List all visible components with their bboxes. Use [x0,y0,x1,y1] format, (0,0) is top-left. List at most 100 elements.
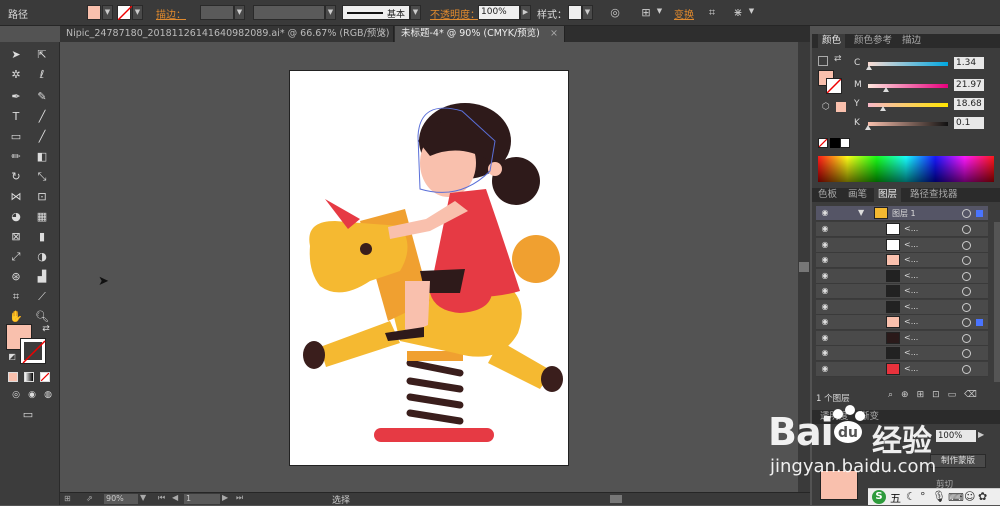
screen-mode-icon[interactable]: ▭ [16,406,40,424]
tab-untitled-4[interactable]: 未标题-4* @ 90% (CMYK/预览) × [395,26,565,42]
brush-style-dropdown-icon[interactable]: ▼ [410,5,421,20]
skin-icon[interactable]: ✿ [978,490,987,503]
moon-icon[interactable]: ☾ [906,490,916,503]
stroke-weight-dropdown-icon[interactable]: ▼ [234,5,245,20]
punctuation-icon[interactable]: ° [920,490,926,503]
line-tool-icon[interactable]: ╱ [32,108,52,126]
blend-tool-icon[interactable]: ◑ [32,248,52,266]
color-mode-icon[interactable] [8,372,18,382]
paintbrush-tool-icon[interactable]: ╱ [32,128,52,146]
yellow-knob[interactable] [879,106,886,111]
cyan-input[interactable]: 1.34 [954,57,984,69]
opacity-label[interactable]: 不透明度： [430,6,480,21]
tab-layers[interactable]: 图层 [874,188,902,202]
eye-icon[interactable]: ◉ [818,224,832,235]
swap-colors-icon[interactable]: ⇄ [36,320,56,338]
lasso-tool-icon[interactable]: ℓ [32,66,52,84]
rotate-tool-icon[interactable]: ↻ [6,168,26,186]
tab-color-guide[interactable]: 颜色参考 [850,34,896,48]
magenta-slider[interactable] [868,84,948,88]
curvature-tool-icon[interactable]: ✎ [32,88,52,106]
share-icon[interactable]: ⇗ [86,494,93,503]
tab-pathfinder[interactable]: 路径查找器 [906,188,962,202]
stroke-color-swatch[interactable] [20,338,46,364]
ime-mode-label[interactable]: 五 [890,490,901,506]
tab-color[interactable]: 颜色 [818,34,846,48]
artboard-nav-icon[interactable]: ⊞ [64,494,78,504]
sublayer-target-icon[interactable] [962,271,971,281]
disclosure-triangle-icon[interactable]: ▼ [858,208,864,217]
voice-icon[interactable]: 🎙︎ [932,490,946,503]
sublayer-row[interactable]: ◉ <... [816,284,988,299]
selection-tool-icon[interactable]: ➤ [6,46,26,64]
eye-icon[interactable]: ◉ [818,271,832,282]
sublayer-row[interactable]: ◉ <... [816,222,988,237]
sublayer-row[interactable]: ◉ <... [816,330,988,346]
close-icon[interactable]: × [379,26,387,42]
eyedropper-tool-icon[interactable]: ⤢ [6,248,26,266]
close-icon[interactable]: × [550,26,558,42]
sublayer-target-icon[interactable] [962,225,971,234]
tab-nipic[interactable]: Nipic_24787180_20181126141640982089.ai* … [60,26,394,42]
white-color-swatch[interactable] [840,138,850,148]
magenta-input[interactable]: 21.97 [954,79,984,91]
draw-inside-icon[interactable]: ◍ [38,386,58,404]
black-slider[interactable] [868,122,948,126]
mesh-tool-icon[interactable]: ⊠ [6,228,26,246]
perspective-grid-tool-icon[interactable]: ▦ [32,208,52,226]
transparency-opacity-input[interactable]: 100% [936,430,976,442]
sogou-ime-icon[interactable]: S [872,490,886,504]
gradient-tool-icon[interactable]: ▮ [32,228,52,246]
tab-brushes[interactable]: 画笔 [844,188,871,202]
scroll-thumb[interactable] [799,262,809,272]
layers-scrollbar[interactable] [994,222,1000,382]
column-graph-tool-icon[interactable]: ▟ [32,268,52,286]
sublayer-target-icon[interactable] [962,364,971,374]
sublayer-row[interactable]: ◉ <... [816,253,988,268]
sublayer-row[interactable]: ◉ <... [816,237,988,253]
brush-style-select[interactable]: 基本 [342,5,410,20]
symbol-sprayer-tool-icon[interactable]: ⊛ [6,268,26,286]
tab-swatches[interactable]: 色板 [814,188,841,202]
zoom-dropdown-icon[interactable]: ▼ [140,493,146,502]
user-icon[interactable]: ☺ [964,490,975,503]
slice-tool-icon[interactable]: ⟋ [32,288,52,306]
pencil-tool-icon[interactable]: ✏ [6,148,26,166]
scale-tool-icon[interactable]: ⤡ [32,168,52,186]
make-mask-button[interactable]: 制作蒙版 [930,454,986,468]
variable-width-dropdown-icon[interactable]: ▼ [325,5,336,20]
zoom-select[interactable]: 90% [104,494,138,504]
sublayer-target-icon[interactable] [962,349,971,358]
eye-icon[interactable]: ◉ [818,364,832,375]
artboard[interactable] [289,70,569,466]
opacity-dropdown-icon[interactable]: ▶ [520,5,531,20]
opacity-arrow-icon[interactable]: ▶ [978,430,984,439]
fill-dropdown-icon[interactable]: ▼ [102,5,113,20]
variable-width-select[interactable] [253,5,325,20]
magic-wand-tool-icon[interactable]: ✲ [6,66,26,84]
eye-icon[interactable]: ◉ [818,348,832,359]
isolate-icon[interactable]: ⌗ [704,5,720,20]
color-spectrum[interactable] [818,156,994,182]
sublayer-target-icon[interactable] [962,287,971,296]
stroke-weight-input[interactable] [200,5,234,20]
stroke-swatch[interactable] [117,5,133,21]
rectangle-tool-icon[interactable]: ▭ [6,128,26,146]
sublayer-row[interactable]: ◉ <... [816,299,988,315]
eye-icon[interactable]: ◉ [818,240,832,251]
artboard-tool-icon[interactable]: ⌗ [6,288,26,306]
sublayer-target-icon[interactable] [962,333,971,343]
sublayer-target-icon[interactable] [962,240,971,250]
sublayer-row[interactable]: ◉ <... [816,268,988,284]
black-color-swatch[interactable] [830,138,840,148]
none-mode-icon[interactable] [40,372,50,382]
opacity-input[interactable]: 100% [478,5,520,20]
stroke-dropdown-icon[interactable]: ▼ [132,5,143,20]
free-transform-tool-icon[interactable]: ⊡ [32,188,52,206]
arrange-icon[interactable]: ⋇ [730,5,746,20]
out-of-gamut-icon[interactable]: ⬡ [822,102,830,112]
arrange-dropdown-icon[interactable]: ▼ [746,5,757,20]
type-tool-icon[interactable]: T [6,108,26,126]
sublayer-row[interactable]: ◉ <... [816,315,988,330]
width-tool-icon[interactable]: ⋈ [6,188,26,206]
